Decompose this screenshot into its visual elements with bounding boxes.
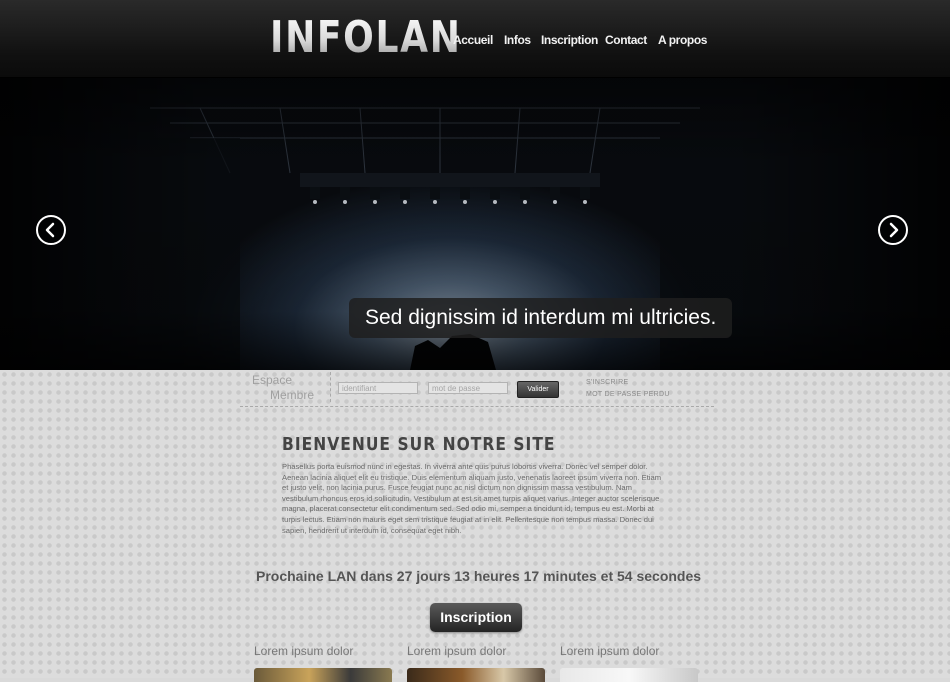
member-area-title: Espace Membre (252, 373, 332, 403)
nav-item-infos[interactable]: Infos (504, 33, 531, 47)
slide-caption: Sed dignissim id interdum mi ultricies. (349, 298, 733, 338)
card-title[interactable]: Lorem ipsum dolor (254, 644, 394, 658)
card-thumbnail[interactable] (407, 668, 545, 682)
news-card[interactable]: Lorem ipsum dolor (407, 644, 547, 682)
slider-next-button[interactable] (878, 215, 908, 245)
site-header: INFOLAN Accueil Infos Inscription Contac… (0, 0, 950, 78)
member-title-line2: Membre (270, 388, 315, 402)
card-thumbnail[interactable] (254, 668, 392, 682)
welcome-title: Bienvenue sur notre site (282, 434, 556, 455)
password-input[interactable] (428, 382, 508, 394)
site-logo[interactable]: INFOLAN (270, 12, 462, 64)
nav-item-accueil[interactable]: Accueil (453, 33, 493, 47)
hero-slider: Sed dignissim id interdum mi ultricies. (0, 78, 950, 370)
lan-countdown: Prochaine LAN dans 27 jours 13 heures 17… (256, 568, 702, 584)
login-submit-button[interactable]: Valider (517, 381, 559, 398)
member-title-line1: Espace (252, 373, 293, 387)
member-login-bar: Espace Membre Valider s'inscrire mot de … (240, 370, 714, 407)
forgot-password-link[interactable]: mot de passe perdu (586, 391, 670, 398)
news-card[interactable]: Lorem ipsum dolor (254, 644, 394, 682)
card-title[interactable]: Lorem ipsum dolor (407, 644, 547, 658)
register-link[interactable]: s'inscrire (586, 379, 628, 386)
news-card[interactable]: Lorem ipsum dolor (560, 644, 700, 682)
nav-item-a-propos[interactable]: A propos (658, 33, 707, 47)
inscription-button[interactable]: Inscription (430, 603, 522, 632)
nav-item-contact[interactable]: Contact (605, 33, 647, 47)
main-content: Espace Membre Valider s'inscrire mot de … (0, 370, 950, 682)
chevron-left-icon (45, 222, 55, 238)
chevron-right-icon (889, 222, 899, 238)
welcome-text: Phasellus porta euismod nunc in egestas.… (282, 462, 662, 535)
divider (330, 372, 331, 402)
nav-item-inscription[interactable]: Inscription (541, 33, 598, 47)
card-thumbnail[interactable] (560, 668, 698, 682)
card-title[interactable]: Lorem ipsum dolor (560, 644, 700, 658)
slider-prev-button[interactable] (36, 215, 66, 245)
username-input[interactable] (338, 382, 418, 394)
